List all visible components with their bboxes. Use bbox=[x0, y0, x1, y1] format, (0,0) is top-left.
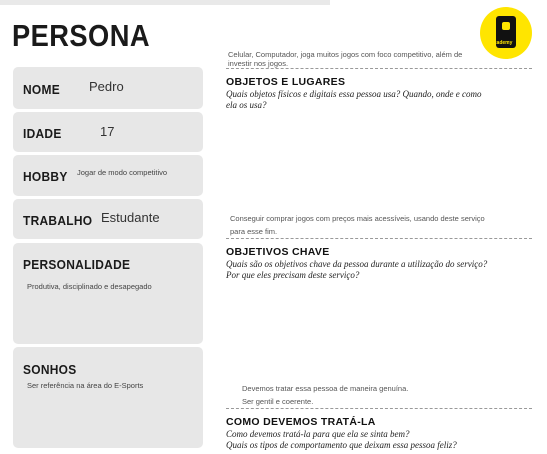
tratar-question-line2: Quais os tipos de comportamento que deix… bbox=[226, 440, 457, 450]
card-value-sonhos: Ser referência na área do E-Sports bbox=[27, 381, 144, 390]
tratar-note-line1: Devemos tratar essa pessoa de maneira ge… bbox=[242, 384, 409, 393]
tratar-question-line1: Como devemos tratá-la para que ela se si… bbox=[226, 429, 410, 439]
card-sonhos: SONHOS Ser referência na área do E-Sport… bbox=[13, 347, 203, 448]
objetos-divider bbox=[226, 68, 532, 69]
card-personalidade: PERSONALIDADE Produtiva, disciplinado e … bbox=[13, 243, 203, 344]
top-bar-shade bbox=[0, 0, 330, 5]
card-label-idade: IDADE bbox=[23, 126, 62, 141]
card-label-personalidade: PERSONALIDADE bbox=[23, 257, 131, 272]
card-hobby: HOBBY Jogar de modo competitivo bbox=[13, 155, 203, 196]
objetivos-question-line2: Por que eles precisam deste serviço? bbox=[226, 270, 360, 280]
card-value-nome: Pedro bbox=[89, 79, 124, 94]
objetivos-note-line2: para esse fim. bbox=[230, 227, 278, 236]
logo-dot bbox=[502, 22, 510, 30]
tratar-title: COMO DEVEMOS TRATÁ-LA bbox=[226, 416, 376, 428]
card-label-sonhos: SONHOS bbox=[23, 362, 77, 377]
academy-logo-icon: academy bbox=[480, 7, 532, 59]
objetos-question-line2: ela os usa? bbox=[226, 100, 267, 110]
objetivos-question-line1: Quais são os objetivos chave da pessoa d… bbox=[226, 259, 488, 269]
objetivos-note-line1: Conseguir comprar jogos com preços mais … bbox=[230, 214, 485, 223]
objetivos-divider bbox=[226, 238, 532, 239]
card-value-trabalho: Estudante bbox=[101, 210, 160, 225]
card-label-trabalho: TRABALHO bbox=[23, 213, 93, 228]
logo-text: academy bbox=[491, 40, 513, 46]
tratar-divider bbox=[226, 408, 532, 409]
card-value-personalidade: Produtiva, disciplinado e desapegado bbox=[27, 282, 152, 291]
objetivos-title: OBJETIVOS CHAVE bbox=[226, 246, 330, 258]
tratar-note-line2: Ser gentil e coerente. bbox=[242, 397, 314, 406]
card-value-hobby: Jogar de modo competitivo bbox=[77, 168, 168, 177]
card-nome: NOME Pedro bbox=[13, 67, 203, 109]
card-idade: IDADE 17 bbox=[13, 112, 203, 152]
card-value-idade: 17 bbox=[100, 124, 115, 139]
card-trabalho: TRABALHO Estudante bbox=[13, 199, 203, 239]
card-label-hobby: HOBBY bbox=[23, 169, 68, 184]
card-label-nome: NOME bbox=[23, 82, 60, 97]
page-title: PERSONA bbox=[12, 18, 150, 53]
objetos-title: OBJETOS E LUGARES bbox=[226, 76, 346, 88]
objetos-question-line1: Quais objetos físicos e digitais essa pe… bbox=[226, 89, 482, 99]
